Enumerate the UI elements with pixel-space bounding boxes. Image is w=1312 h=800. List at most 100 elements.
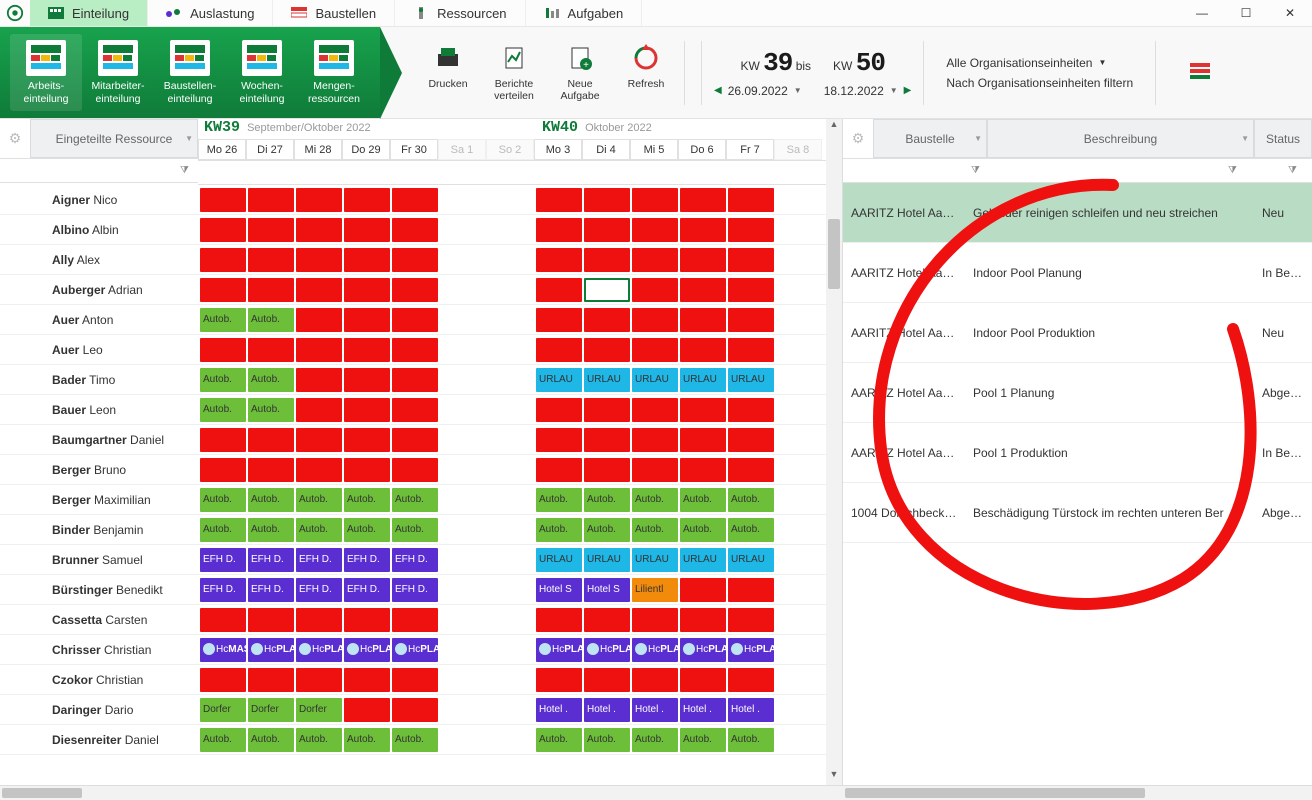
slot-assignment[interactable] bbox=[200, 668, 246, 692]
resource-row[interactable]: Ally Alex bbox=[0, 245, 842, 275]
tool-refresh[interactable]: Refresh bbox=[614, 41, 678, 105]
resource-row[interactable]: Czokor Christian bbox=[0, 665, 842, 695]
slot-assignment[interactable]: Autob. bbox=[248, 368, 294, 392]
slot-assignment[interactable] bbox=[728, 578, 774, 602]
date-prev-icon[interactable]: ◀ bbox=[714, 85, 722, 96]
slot-assignment[interactable] bbox=[680, 218, 726, 242]
slot-assignment[interactable]: Autob. bbox=[584, 518, 630, 542]
slot-assignment[interactable]: EFH D. bbox=[344, 578, 390, 602]
filter-icon[interactable]: ⧩ bbox=[1288, 165, 1300, 177]
slot-assignment[interactable] bbox=[728, 458, 774, 482]
slot-assignment[interactable]: HcPLAN bbox=[248, 638, 294, 662]
slot-assignment[interactable] bbox=[584, 248, 630, 272]
slot-assignment[interactable] bbox=[248, 458, 294, 482]
slot-assignment[interactable]: Autob. bbox=[584, 728, 630, 752]
slot-assignment[interactable]: Autob. bbox=[392, 728, 438, 752]
slot-assignment[interactable]: Autob. bbox=[680, 488, 726, 512]
slot-assignment[interactable]: Autob. bbox=[536, 728, 582, 752]
slot-assignment[interactable] bbox=[728, 338, 774, 362]
slot-assignment[interactable] bbox=[680, 308, 726, 332]
slot-assignment[interactable] bbox=[728, 278, 774, 302]
slot-assignment[interactable] bbox=[296, 398, 342, 422]
slot-assignment[interactable] bbox=[536, 608, 582, 632]
slot-assignment[interactable] bbox=[248, 188, 294, 212]
slot-assignment[interactable] bbox=[248, 338, 294, 362]
slot-assignment[interactable]: EFH D. bbox=[296, 578, 342, 602]
slot-assignment[interactable]: Autob. bbox=[728, 488, 774, 512]
slot-assignment[interactable]: Hotel . bbox=[680, 698, 726, 722]
slot-assignment[interactable] bbox=[536, 338, 582, 362]
resource-row[interactable]: Auer Leo bbox=[0, 335, 842, 365]
slot-assignment[interactable] bbox=[200, 608, 246, 632]
slot-assignment[interactable]: Autob. bbox=[248, 518, 294, 542]
slot-assignment[interactable]: Hotel . bbox=[728, 698, 774, 722]
slot-assignment[interactable] bbox=[584, 398, 630, 422]
slot-assignment[interactable] bbox=[392, 458, 438, 482]
slot-assignment[interactable]: URLAU bbox=[536, 548, 582, 572]
resource-row[interactable]: Berger Bruno bbox=[0, 455, 842, 485]
slot-assignment[interactable]: Autob. bbox=[248, 488, 294, 512]
slot-assignment[interactable] bbox=[632, 338, 678, 362]
slot-assignment[interactable] bbox=[344, 278, 390, 302]
slot-assignment[interactable] bbox=[200, 278, 246, 302]
slot-assignment[interactable] bbox=[392, 698, 438, 722]
slot-assignment[interactable] bbox=[344, 188, 390, 212]
slot-assignment[interactable]: Autob. bbox=[200, 518, 246, 542]
slot-assignment[interactable]: Autob. bbox=[200, 728, 246, 752]
slot-assignment[interactable]: Autob. bbox=[296, 488, 342, 512]
slot-assignment[interactable]: EFH D. bbox=[296, 548, 342, 572]
resource-row[interactable]: Daringer Dario DorferDorferDorferHotel .… bbox=[0, 695, 842, 725]
slot-assignment[interactable] bbox=[680, 248, 726, 272]
slot-assignment[interactable] bbox=[296, 428, 342, 452]
slot-assignment[interactable]: Dorfer bbox=[200, 698, 246, 722]
slot-assignment[interactable]: Autob. bbox=[536, 518, 582, 542]
slot-assignment[interactable]: Autob. bbox=[632, 728, 678, 752]
ribbon-mengen- ressourcen[interactable]: Mengen- ressourcen bbox=[298, 34, 370, 110]
resource-row[interactable]: Cassetta Carsten bbox=[0, 605, 842, 635]
resource-row[interactable]: Brunner Samuel EFH D.EFH D.EFH D.EFH D.E… bbox=[0, 545, 842, 575]
ribbon-arbeits- einteilung[interactable]: Arbeits- einteilung bbox=[10, 34, 82, 110]
slot-selected[interactable] bbox=[584, 278, 630, 302]
slot-assignment[interactable]: Hotel . bbox=[584, 698, 630, 722]
slot-assignment[interactable] bbox=[536, 428, 582, 452]
slot-assignment[interactable] bbox=[392, 188, 438, 212]
slot-assignment[interactable] bbox=[248, 668, 294, 692]
slot-assignment[interactable]: Dorfer bbox=[248, 698, 294, 722]
slot-assignment[interactable] bbox=[296, 278, 342, 302]
date-to-picker[interactable]: 18.12.2022▼▶ bbox=[824, 84, 912, 98]
day-header[interactable]: Do 29 bbox=[342, 139, 390, 160]
resource-row[interactable]: Albino Albin bbox=[0, 215, 842, 245]
tool-drucken[interactable]: Drucken bbox=[416, 41, 480, 105]
slot-assignment[interactable] bbox=[344, 608, 390, 632]
slot-assignment[interactable] bbox=[632, 458, 678, 482]
slot-assignment[interactable] bbox=[584, 458, 630, 482]
slot-assignment[interactable]: HcPLAN bbox=[536, 638, 582, 662]
slot-assignment[interactable] bbox=[296, 368, 342, 392]
slot-assignment[interactable] bbox=[728, 248, 774, 272]
slot-assignment[interactable] bbox=[392, 428, 438, 452]
slot-assignment[interactable] bbox=[584, 428, 630, 452]
day-header[interactable]: Mi 28 bbox=[294, 139, 342, 160]
tab-ressourcen[interactable]: Ressourcen bbox=[395, 0, 525, 26]
date-next-icon[interactable]: ▶ bbox=[904, 85, 912, 96]
slot-assignment[interactable] bbox=[680, 338, 726, 362]
slot-assignment[interactable] bbox=[632, 398, 678, 422]
slot-assignment[interactable] bbox=[680, 608, 726, 632]
slot-assignment[interactable] bbox=[632, 188, 678, 212]
slot-assignment[interactable]: Autob. bbox=[200, 368, 246, 392]
slot-assignment[interactable] bbox=[536, 668, 582, 692]
slot-assignment[interactable] bbox=[296, 248, 342, 272]
slot-assignment[interactable]: URLAU bbox=[584, 368, 630, 392]
slot-assignment[interactable]: URLAU bbox=[680, 368, 726, 392]
slot-assignment[interactable] bbox=[392, 398, 438, 422]
slot-assignment[interactable]: EFH D. bbox=[344, 548, 390, 572]
slot-assignment[interactable] bbox=[680, 398, 726, 422]
scroll-thumb[interactable] bbox=[828, 219, 840, 289]
slot-assignment[interactable] bbox=[248, 278, 294, 302]
resource-row[interactable]: Auberger Adrian bbox=[0, 275, 842, 305]
ribbon-baustellen- einteilung[interactable]: Baustellen- einteilung bbox=[154, 34, 226, 110]
slot-assignment[interactable] bbox=[392, 278, 438, 302]
ribbon-wochen- einteilung[interactable]: Wochen- einteilung bbox=[226, 34, 298, 110]
slot-assignment[interactable] bbox=[344, 308, 390, 332]
ribbon-mitarbeiter- einteilung[interactable]: Mitarbeiter- einteilung bbox=[82, 34, 154, 110]
